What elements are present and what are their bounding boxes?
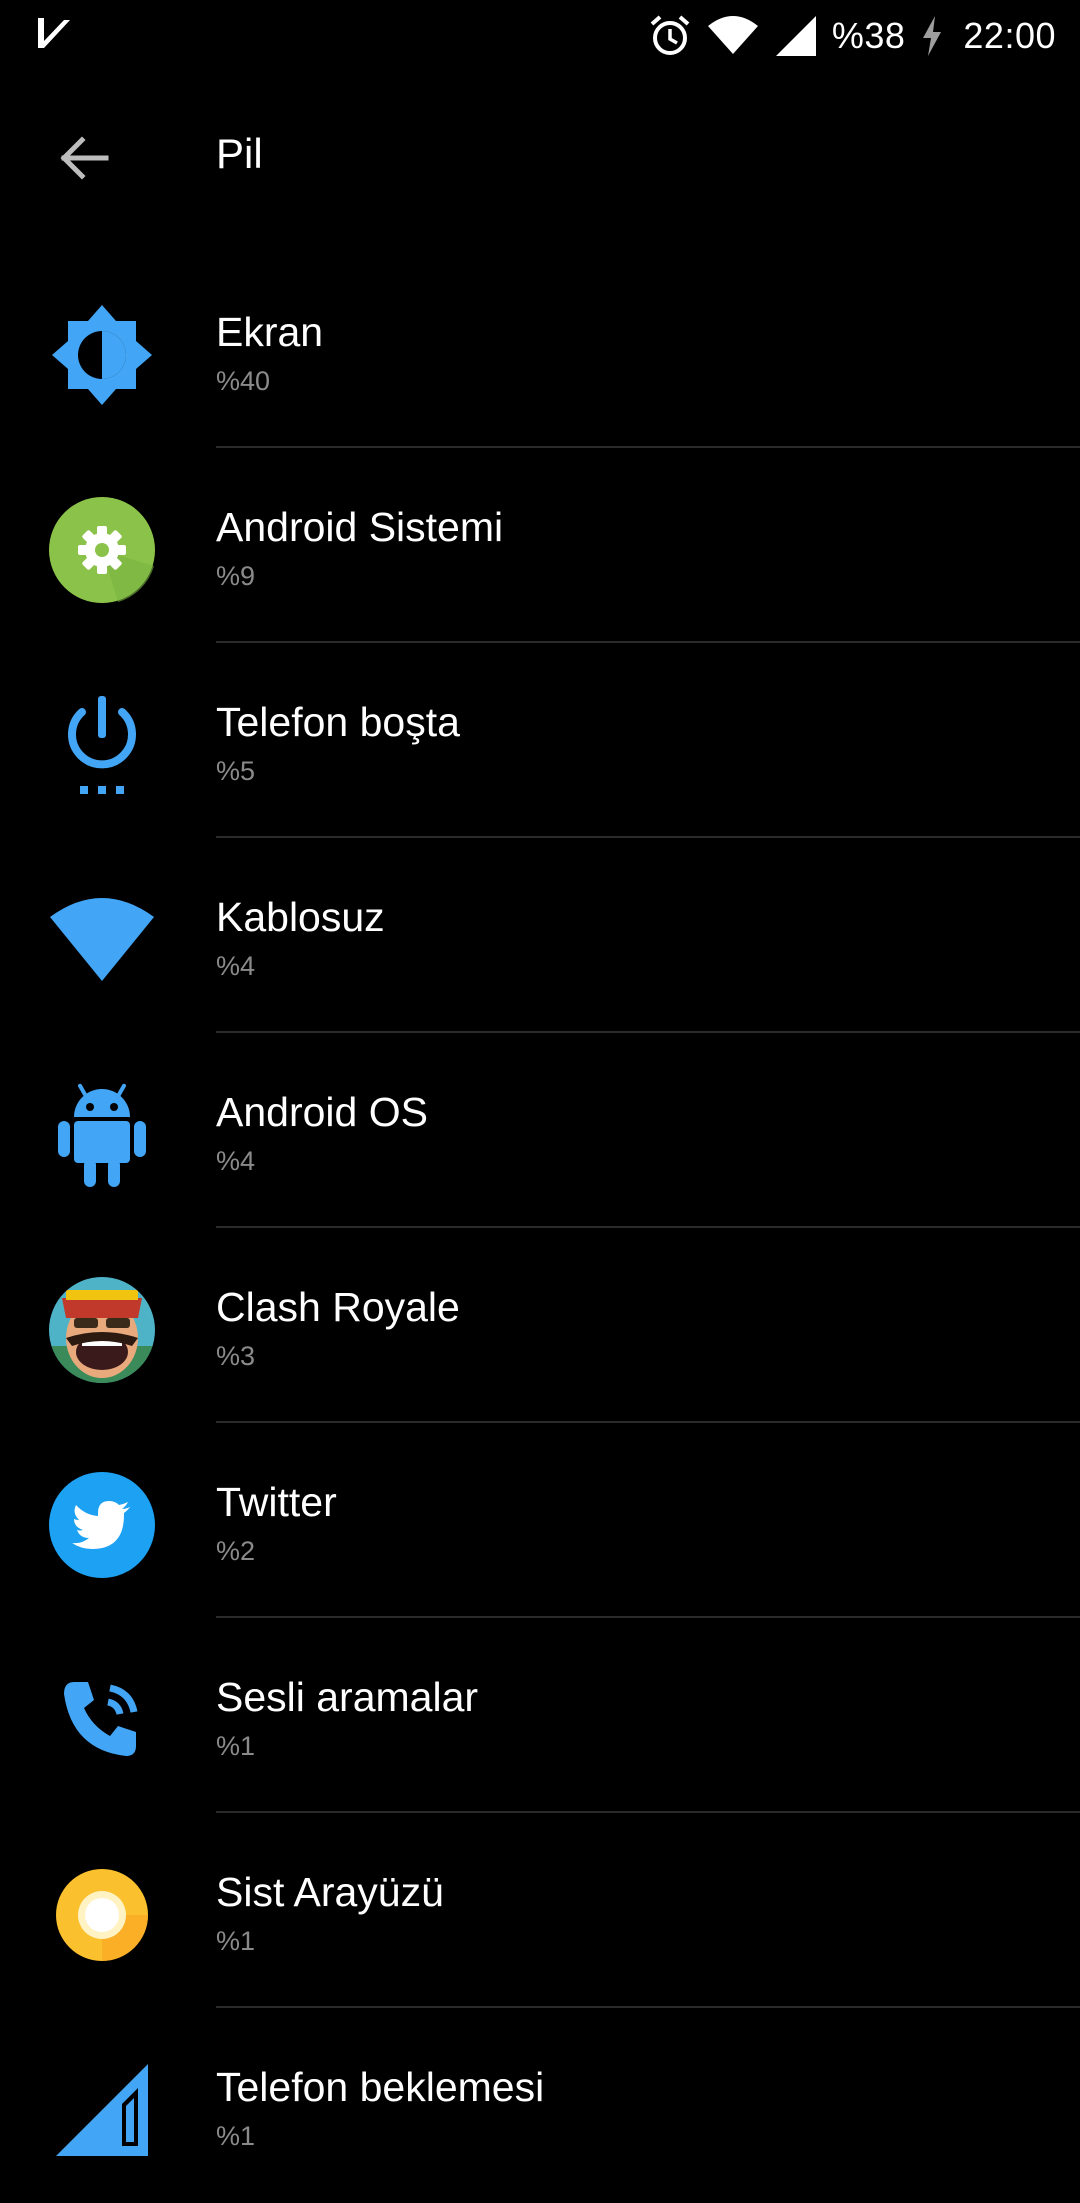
alarm-icon xyxy=(650,15,690,55)
list-item-clash-royale[interactable]: Clash Royale %3 xyxy=(0,1228,1080,1423)
item-label: Twitter xyxy=(216,1479,337,1525)
list-item-telefon-beklemesi[interactable]: Telefon beklemesi %1 xyxy=(0,2008,1080,2203)
list-item-sesli-aramalar[interactable]: Sesli aramalar %1 xyxy=(0,1618,1080,1813)
item-percent: %9 xyxy=(216,561,256,591)
item-percent: %4 xyxy=(216,1146,256,1176)
item-label: Telefon beklemesi xyxy=(216,2064,545,2110)
system-ui-icon xyxy=(46,1859,158,1971)
check-badge-icon xyxy=(34,14,74,54)
item-percent: %2 xyxy=(216,1536,256,1566)
item-label: Kablosuz xyxy=(216,894,385,940)
item-label: Sesli aramalar xyxy=(216,1674,479,1720)
list-item-telefon-bosta[interactable]: Telefon boşta %5 xyxy=(0,643,1080,838)
cell-standby-icon xyxy=(46,2054,158,2166)
settings-gear-icon xyxy=(46,494,158,606)
item-label: Ekran xyxy=(216,309,324,355)
item-label: Telefon boşta xyxy=(216,699,460,745)
clock: 22:00 xyxy=(963,15,1056,56)
item-percent: %40 xyxy=(216,366,271,396)
item-percent: %5 xyxy=(216,756,256,786)
list-item-kablosuz[interactable]: Kablosuz %4 xyxy=(0,838,1080,1033)
wifi-icon xyxy=(707,16,758,54)
page-title: Pil xyxy=(216,130,263,177)
list-item-sist-arayuzu[interactable]: Sist Arayüzü %1 xyxy=(0,1813,1080,2008)
back-button[interactable] xyxy=(48,122,120,194)
item-percent: %4 xyxy=(216,951,256,981)
brightness-icon xyxy=(46,299,158,411)
list-item-android-os[interactable]: Android OS %4 xyxy=(0,1033,1080,1228)
item-label: Android Sistemi xyxy=(216,504,504,550)
android-robot-icon xyxy=(46,1079,158,1191)
battery-percent: %38 xyxy=(831,15,906,56)
list-item-ekran[interactable]: Ekran %40 xyxy=(0,253,1080,448)
wifi-icon xyxy=(46,884,158,996)
item-label: Sist Arayüzü xyxy=(216,1869,444,1915)
charging-icon xyxy=(923,16,942,56)
arrow-back-icon xyxy=(60,136,109,180)
status-bar: %38 22:00 xyxy=(0,0,1080,72)
list-item-twitter[interactable]: Twitter %2 xyxy=(0,1423,1080,1618)
list-item-android-sistemi[interactable]: Android Sistemi %9 xyxy=(0,448,1080,643)
item-percent: %1 xyxy=(216,1926,256,1956)
signal-icon xyxy=(775,16,816,56)
item-label: Android OS xyxy=(216,1089,428,1135)
battery-usage-list: Ekran %40 Android Sistemi %9 Telefon boş… xyxy=(0,253,1080,2203)
item-percent: %3 xyxy=(216,1341,256,1371)
app-bar: Pil xyxy=(0,90,1080,224)
clash-royale-app-icon xyxy=(46,1274,158,1386)
twitter-bird-icon xyxy=(46,1469,158,1581)
power-idle-icon xyxy=(46,689,158,801)
item-label: Clash Royale xyxy=(216,1284,460,1330)
status-icons: %38 22:00 xyxy=(634,0,1056,72)
item-percent: %1 xyxy=(216,2121,256,2151)
phone-call-icon xyxy=(46,1664,158,1776)
item-percent: %1 xyxy=(216,1731,256,1761)
